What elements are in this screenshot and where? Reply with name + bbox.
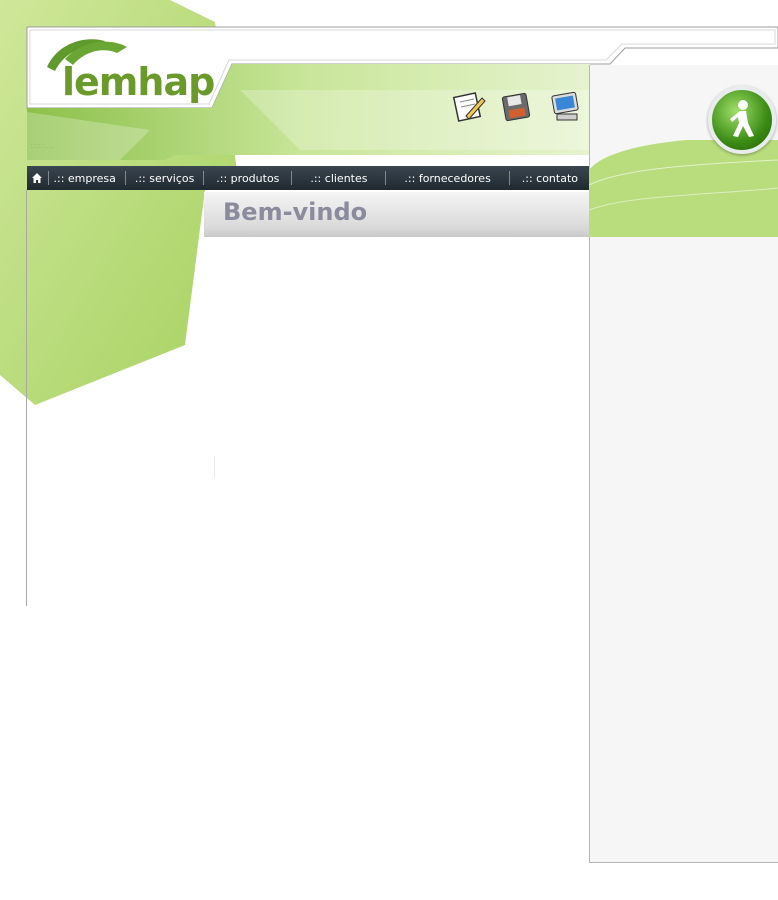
header-pattern: ::::::... [30,141,54,150]
notepad-pencil-icon[interactable] [452,90,486,124]
computer-monitor-icon[interactable] [548,90,582,124]
right-banner [589,140,778,237]
left-divider [26,190,27,606]
page-title: Bem-vindo [223,198,368,226]
logo-text[interactable]: lemhap [62,60,215,104]
toolbar-icon-group [452,90,582,128]
text-cursor [214,456,215,478]
nav-home[interactable] [27,166,48,190]
nav-item-fornecedores[interactable]: .:: fornecedores [386,172,508,185]
walking-person-icon [730,100,754,137]
main-nav: .:: empresa .:: serviços .:: produtos .:… [27,166,590,190]
home-icon [32,173,43,183]
nav-item-empresa[interactable]: .:: empresa [49,172,125,185]
floppy-disk-icon[interactable] [499,90,533,124]
nav-item-clientes[interactable]: .:: clientes [292,172,385,185]
nav-item-contato[interactable]: .:: contato [510,172,590,185]
nav-item-produtos[interactable]: .:: produtos [204,172,291,185]
nav-item-servicos[interactable]: .:: serviços [126,172,204,185]
accessibility-button[interactable] [708,86,776,154]
